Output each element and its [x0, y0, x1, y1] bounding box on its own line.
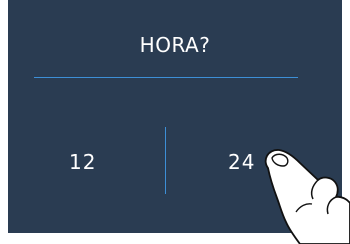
time-format-screen: HORA? 12 24 — [8, 0, 342, 233]
options-divider — [165, 127, 166, 194]
option-24-hour[interactable]: 24 — [228, 150, 255, 174]
title-divider — [34, 77, 298, 78]
dialog-title: HORA? — [139, 33, 211, 57]
option-12-hour[interactable]: 12 — [69, 150, 96, 174]
